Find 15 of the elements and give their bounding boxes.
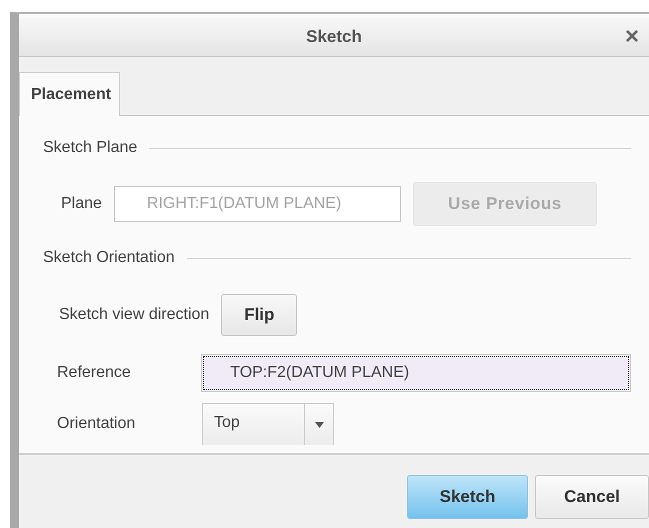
tab[interactable]: Placement <box>19 72 120 116</box>
sketch-button[interactable]: Sketch <box>407 475 528 519</box>
section-title: Sketch Plane <box>43 139 138 157</box>
field-label: Reference <box>57 364 132 382</box>
close-button[interactable]: × <box>620 25 643 49</box>
reference-field[interactable]: TOP:F2(DATUM PLANE) <box>201 354 631 392</box>
field-label: Sketch view direction <box>59 306 210 324</box>
orientation-dropdown[interactable]: Top <box>202 403 334 445</box>
window-title: Sketch <box>306 27 362 47</box>
cancel-button[interactable]: Cancel <box>535 475 649 519</box>
dropdown-arrow-icon <box>314 422 324 428</box>
section-title: Sketch Orientation <box>43 249 175 267</box>
flip-button[interactable]: Flip <box>221 294 298 336</box>
field-label: Orientation <box>57 415 136 433</box>
field-label: Plane <box>61 195 102 213</box>
